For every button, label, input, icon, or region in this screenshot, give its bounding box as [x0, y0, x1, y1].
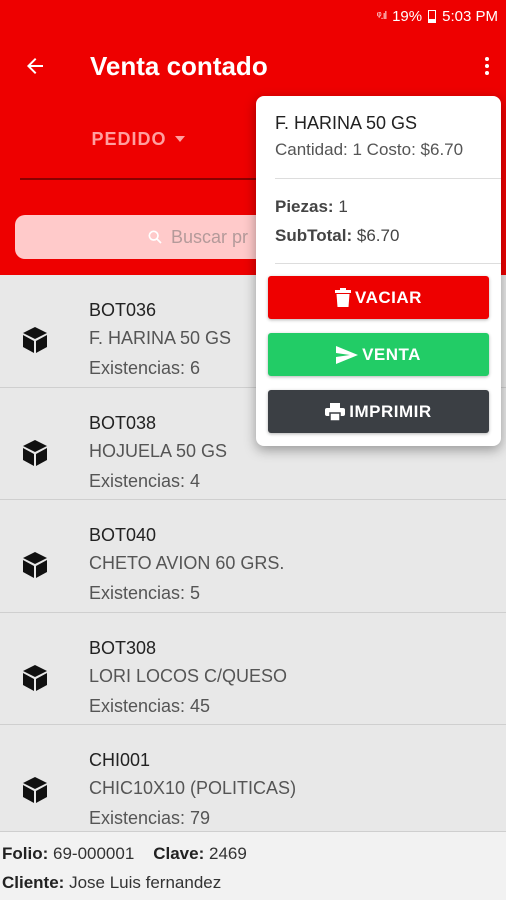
more-vert-icon-dot	[485, 57, 489, 61]
status-bar: ᵠ.ıl 19% 5:03 PM	[0, 0, 506, 32]
subtotal-value: $6.70	[356, 226, 400, 245]
imprimir-button[interactable]: IMPRIMIR	[268, 390, 489, 433]
more-vert-icon-dot	[485, 64, 489, 68]
divider	[275, 178, 501, 179]
cube-icon	[23, 664, 47, 691]
product-code: CHI001	[89, 750, 151, 770]
venta-label: VENTA	[362, 344, 421, 364]
venta-button[interactable]: VENTA	[268, 333, 489, 376]
trash-icon	[335, 288, 352, 307]
product-name: HOJUELA 50 GS	[89, 440, 228, 461]
cliente-label: Cliente:	[2, 873, 65, 892]
cube-icon	[23, 777, 47, 803]
vaciar-button[interactable]: VACIAR	[268, 276, 489, 319]
cube-icon	[23, 552, 47, 578]
tab-pedido-label: PEDIDO	[91, 128, 167, 149]
list-item[interactable]: BOT040 CHETO AVION 60 GRS. Existencias: …	[0, 500, 506, 613]
product-stock: Existencias: 45	[89, 695, 211, 716]
tab-pedido[interactable]: PEDIDO	[20, 100, 256, 180]
clock: 5:03 PM	[442, 7, 498, 25]
send-icon	[336, 345, 359, 364]
cube-icon	[23, 439, 47, 466]
product-stock: Existencias: 4	[89, 470, 201, 491]
list-item[interactable]: CHI001 CHIC10X10 (POLITICAS) Existencias…	[0, 725, 506, 831]
popup-subtotal: SubTotal: $6.70	[275, 226, 399, 246]
page-title: Venta contado	[90, 50, 268, 81]
app-bar: Venta contado	[0, 32, 506, 100]
cliente-value: Jose Luis fernandez	[69, 873, 222, 892]
folio-line: Folio: 69-000001 Clave: 2469	[2, 844, 247, 864]
subtotal-label: SubTotal:	[275, 226, 353, 245]
vaciar-label: VACIAR	[355, 287, 422, 307]
more-menu-button[interactable]	[482, 52, 492, 80]
divider	[275, 263, 501, 264]
popup-piezas: Piezas: 1	[275, 197, 348, 217]
order-popup-menu: F. HARINA 50 GS Cantidad: 1 Costo: $6.70…	[256, 96, 501, 446]
piezas-label: Piezas:	[275, 197, 334, 216]
battery-percent: 19%	[392, 7, 423, 25]
search-icon	[148, 230, 162, 244]
caret-down-icon	[174, 136, 185, 142]
clave-value: 2469	[208, 844, 247, 863]
battery-icon	[428, 9, 437, 23]
product-code: BOT308	[89, 637, 157, 658]
imprimir-label: IMPRIMIR	[349, 401, 432, 421]
back-button[interactable]	[0, 32, 70, 100]
product-stock: Existencias: 6	[89, 358, 201, 378]
piezas-value: 1	[338, 197, 348, 216]
product-stock: Existencias: 79	[89, 808, 211, 828]
product-code: BOT040	[89, 525, 157, 545]
product-name: CHIC10X10 (POLITICAS)	[89, 778, 297, 798]
arrow-left-icon	[27, 58, 43, 74]
cliente-line: Cliente: Jose Luis fernandez	[2, 873, 221, 893]
more-vert-icon-dot	[485, 71, 489, 75]
printer-icon	[325, 402, 346, 421]
list-item[interactable]: BOT308 LORI LOCOS C/QUESO Existencias: 4…	[0, 613, 506, 725]
search-placeholder: Buscar pr	[171, 226, 249, 247]
product-stock: Existencias: 5	[89, 583, 201, 603]
product-name: CHETO AVION 60 GRS.	[89, 553, 285, 573]
product-name: F. HARINA 50 GS	[89, 328, 232, 348]
product-name: LORI LOCOS C/QUESO	[89, 665, 288, 686]
clave-label: Clave:	[153, 844, 205, 863]
popup-qty-cost: Cantidad: 1 Costo: $6.70	[275, 140, 464, 159]
popup-item-name: F. HARINA 50 GS	[275, 113, 418, 133]
signal-indicator: ᵠ.ıl	[376, 10, 387, 22]
cube-icon	[23, 327, 47, 353]
product-code: BOT038	[89, 412, 157, 433]
folio-label: Folio:	[2, 844, 49, 863]
product-code: BOT036	[89, 300, 157, 320]
folio-value: 69-000001	[53, 844, 135, 863]
order-summary-footer: Folio: 69-000001 Clave: 2469 Cliente: Jo…	[0, 831, 506, 900]
